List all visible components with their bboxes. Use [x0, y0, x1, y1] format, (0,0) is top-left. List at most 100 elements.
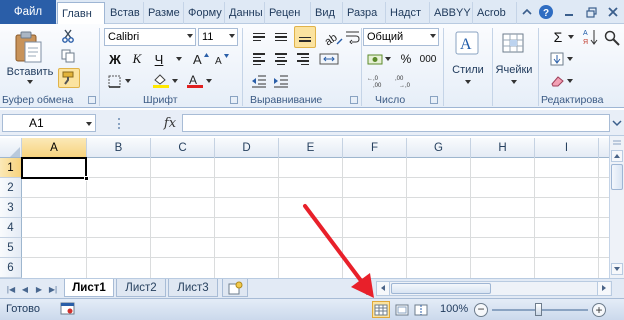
tab-acrobat[interactable]: Acrob	[473, 2, 517, 24]
row-header[interactable]: 5	[0, 238, 22, 258]
column-header[interactable]: C	[151, 138, 215, 158]
scroll-thumb[interactable]	[611, 164, 623, 190]
tab-insert[interactable]: Встав	[106, 2, 144, 24]
sort-filter-icon[interactable]: AЯ	[582, 26, 602, 48]
styles-dropdown-icon[interactable]	[465, 80, 471, 84]
page-break-view-button[interactable]	[412, 301, 430, 318]
find-select-icon[interactable]	[602, 28, 622, 48]
align-center-icon[interactable]	[272, 50, 290, 68]
paste-icon[interactable]	[8, 28, 48, 66]
split-box[interactable]	[611, 138, 623, 148]
column-header[interactable]: B	[87, 138, 151, 158]
styles-icon[interactable]: A	[452, 28, 482, 60]
clear-icon[interactable]	[548, 72, 576, 90]
cells-button[interactable]: Ячейки	[492, 64, 536, 76]
styles-button[interactable]: Стили	[448, 64, 488, 76]
number-format-combo[interactable]: Общий	[363, 28, 439, 46]
sheet-tab-3[interactable]: Лист3	[168, 279, 218, 297]
close-icon[interactable]	[603, 2, 623, 22]
tab-page-layout[interactable]: Разме	[144, 2, 184, 24]
vertical-scrollbar[interactable]	[609, 136, 624, 278]
percent-button[interactable]: %	[398, 50, 414, 68]
select-all-corner[interactable]	[0, 138, 22, 158]
cut-icon[interactable]	[60, 28, 76, 44]
align-right-icon[interactable]	[294, 50, 312, 68]
worksheet-grid[interactable]: A B C D E F G H I 1 2 3 4 5 6	[0, 138, 609, 278]
align-bottom-icon[interactable]	[294, 26, 316, 48]
align-middle-icon[interactable]	[272, 28, 290, 46]
row-header[interactable]: 3	[0, 198, 22, 218]
name-box[interactable]: A1	[2, 114, 96, 132]
prev-sheet-icon[interactable]: ◀	[18, 282, 32, 296]
column-header[interactable]: G	[407, 138, 471, 158]
scroll-thumb[interactable]	[391, 283, 491, 294]
fill-icon[interactable]	[548, 50, 576, 68]
chevron-down-icon[interactable]	[229, 34, 235, 38]
bold-button[interactable]: Ж	[106, 50, 124, 68]
tab-split-handle[interactable]	[366, 282, 372, 295]
column-header[interactable]: F	[343, 138, 407, 158]
copy-icon[interactable]	[60, 48, 76, 64]
sheet-tab-1[interactable]: Лист1	[64, 279, 114, 297]
tab-view[interactable]: Вид	[311, 2, 343, 24]
insert-function-button[interactable]: fx	[158, 114, 182, 132]
alignment-launcher-icon[interactable]	[350, 96, 358, 104]
tab-formulas[interactable]: Форму	[184, 2, 225, 24]
chevron-down-icon[interactable]	[430, 34, 436, 38]
column-header[interactable]: H	[471, 138, 535, 158]
zoom-slider-thumb[interactable]	[535, 303, 542, 316]
row-header[interactable]: 2	[0, 178, 22, 198]
italic-button[interactable]: К	[128, 50, 146, 68]
paste-dropdown-icon[interactable]	[27, 80, 33, 84]
borders-icon[interactable]	[106, 72, 134, 90]
sheet-tab-2[interactable]: Лист2	[116, 279, 166, 297]
thousands-separator-button[interactable]: 000	[416, 50, 440, 68]
splitter-handle[interactable]	[118, 118, 124, 129]
tab-review[interactable]: Рецен	[265, 2, 311, 24]
restore-icon[interactable]	[581, 2, 601, 22]
help-icon[interactable]: ?	[537, 2, 555, 22]
align-left-icon[interactable]	[250, 50, 268, 68]
macro-record-icon[interactable]	[60, 302, 78, 318]
font-name-combo[interactable]: Calibri	[104, 28, 196, 46]
clipboard-launcher-icon[interactable]	[88, 96, 96, 104]
tab-home[interactable]: Главн	[57, 2, 105, 25]
currency-format-icon[interactable]	[366, 50, 394, 68]
scroll-right-icon[interactable]	[597, 282, 610, 295]
column-header[interactable]: A	[22, 138, 87, 158]
decrease-decimal-icon[interactable]: ,00 →,0	[394, 72, 420, 90]
zoom-out-button[interactable]: −	[474, 303, 488, 317]
tab-developer[interactable]: Разра	[343, 2, 386, 24]
merge-center-icon[interactable]	[318, 50, 342, 68]
row-header[interactable]: 6	[0, 258, 22, 278]
tab-abbyy[interactable]: ABBYY	[430, 2, 473, 24]
chevron-down-icon[interactable]	[566, 28, 576, 46]
format-painter-icon[interactable]	[58, 68, 80, 88]
next-sheet-icon[interactable]: ▶	[32, 282, 46, 296]
ribbon-collapse-icon[interactable]	[519, 2, 535, 22]
name-box-dropdown-icon[interactable]	[86, 122, 92, 126]
active-cell[interactable]	[21, 157, 87, 179]
font-grow-icon[interactable]: A	[192, 50, 210, 68]
scroll-up-icon[interactable]	[611, 150, 623, 162]
zoom-level[interactable]: 100%	[440, 303, 468, 315]
cells-icon[interactable]	[498, 28, 528, 60]
underline-dropdown-icon[interactable]	[172, 50, 186, 68]
decrease-indent-icon[interactable]	[250, 72, 268, 90]
page-layout-view-button[interactable]	[393, 301, 411, 318]
align-top-icon[interactable]	[250, 28, 268, 46]
increase-decimal-icon[interactable]: ←,0,00	[366, 72, 392, 90]
fill-color-icon[interactable]	[150, 72, 180, 90]
autosum-button[interactable]: Σ	[548, 28, 568, 46]
number-launcher-icon[interactable]	[430, 96, 438, 104]
font-color-icon[interactable]: A	[184, 72, 214, 90]
column-header[interactable]: E	[279, 138, 343, 158]
paste-button[interactable]: Вставить	[4, 66, 56, 78]
row-header[interactable]: 4	[0, 218, 22, 238]
wrap-text-icon[interactable]	[344, 28, 362, 46]
fill-handle[interactable]	[84, 176, 89, 181]
scroll-left-icon[interactable]	[377, 282, 390, 295]
horizontal-scrollbar[interactable]	[376, 281, 612, 296]
font-size-combo[interactable]: 11	[198, 28, 238, 46]
expand-formula-bar-icon[interactable]	[612, 118, 622, 128]
